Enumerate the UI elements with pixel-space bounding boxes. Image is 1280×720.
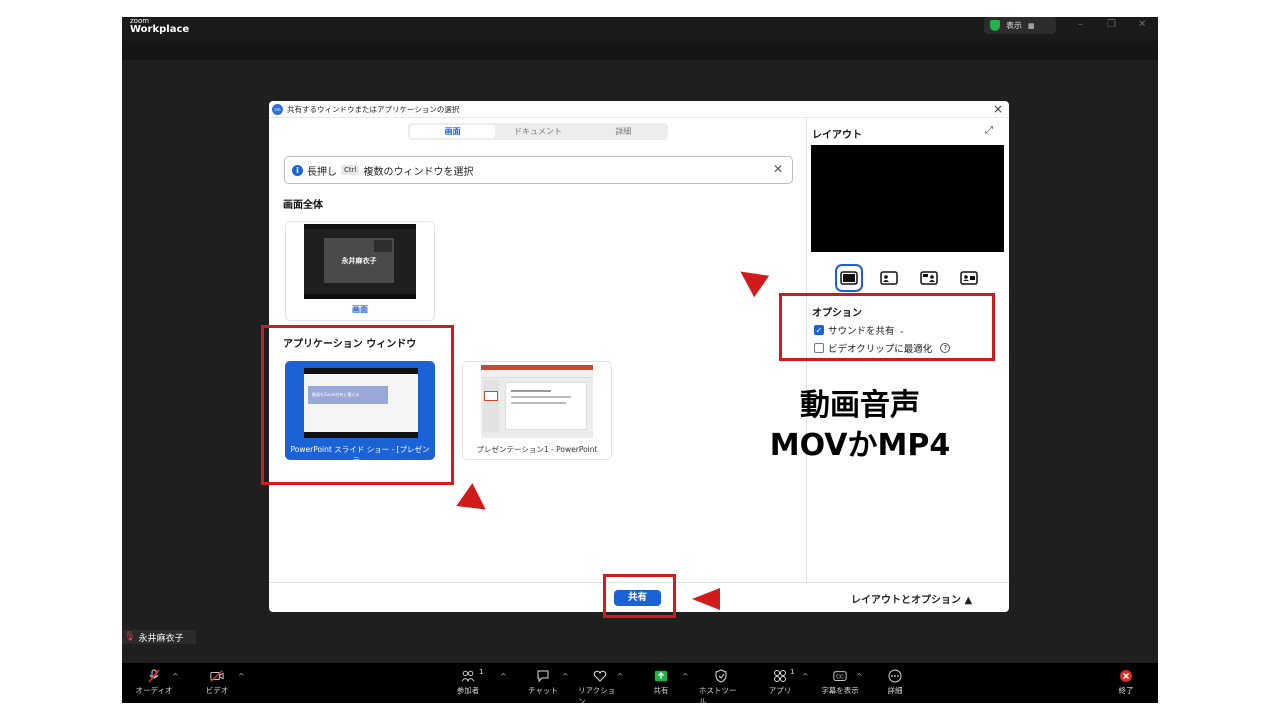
layout-title: レイアウト xyxy=(812,130,862,141)
video-button[interactable]: ビデオ xyxy=(195,669,239,696)
participants-count: 1 xyxy=(479,668,484,676)
layout-preview xyxy=(811,145,1004,252)
brand-name: Workplace xyxy=(130,24,190,35)
participant-name: 永井麻衣子 xyxy=(138,633,184,644)
more-button[interactable]: 詳細 xyxy=(873,669,917,696)
host-shield-icon xyxy=(714,669,728,683)
zoom-logo-icon: zm xyxy=(272,103,283,115)
participant-name-tag: 🎙 永井麻衣子 xyxy=(122,630,196,644)
info-icon: i xyxy=(292,164,303,176)
info-close-icon[interactable]: ✕ xyxy=(773,162,783,176)
video-off-icon xyxy=(210,669,224,683)
layout-two-person-icon xyxy=(960,271,978,285)
view-button[interactable]: 表示 ▦ xyxy=(984,17,1056,34)
highlight-share-button-box xyxy=(603,574,676,618)
apps-count: 1 xyxy=(790,668,795,676)
share-icon xyxy=(654,669,668,683)
layout-side-person-icon xyxy=(880,271,898,285)
screen-share-card[interactable]: 永井麻衣子 画面 xyxy=(285,221,435,321)
video-caret-icon[interactable]: ^ xyxy=(238,672,245,681)
layout-two-person-button[interactable] xyxy=(955,264,983,292)
screen-thumbnail: 永井麻衣子 xyxy=(304,224,416,299)
restore-icon[interactable]: ❐ xyxy=(1107,19,1116,30)
screen-thumb-name: 永井麻衣子 xyxy=(341,257,377,265)
video-label: ビデオ xyxy=(205,686,229,695)
audio-caret-icon[interactable]: ^ xyxy=(172,672,179,681)
layout-side-person-button[interactable] xyxy=(875,264,903,292)
share-tabs: 画面 ドキュメント 詳細 xyxy=(408,123,668,140)
layout-options-toggle[interactable]: レイアウトとオプション ▲ xyxy=(851,591,972,606)
info-prefix: 長押し xyxy=(307,166,337,178)
apps-label: アプリ xyxy=(768,686,792,695)
share-screen-button[interactable]: 共有 xyxy=(639,669,683,696)
captions-label: 字幕を表示 xyxy=(821,686,859,695)
reactions-caret-icon[interactable]: ^ xyxy=(617,672,624,681)
more-icon xyxy=(888,669,902,683)
apps-icon xyxy=(773,669,787,683)
more-label: 詳細 xyxy=(887,686,903,695)
powerpoint-thumbnail xyxy=(481,365,593,438)
host-tools-label: ホストツール xyxy=(699,686,737,703)
callout-line-1: 動画音声 xyxy=(800,388,920,423)
expand-icon[interactable]: ⤢ xyxy=(985,125,993,136)
ctrl-key-badge: Ctrl xyxy=(341,165,360,175)
chat-label: チャット xyxy=(528,686,558,695)
apps-caret-icon[interactable]: ^ xyxy=(802,672,809,681)
heart-icon xyxy=(593,669,607,683)
layout-person-right-icon xyxy=(920,271,938,285)
end-icon xyxy=(1119,669,1133,683)
audio-button[interactable]: オーディオ xyxy=(132,669,176,696)
tab-advanced[interactable]: 詳細 xyxy=(581,125,666,138)
chat-button[interactable]: チャット xyxy=(521,669,565,696)
view-label: 表示 xyxy=(1006,21,1022,30)
multi-select-info-bar: i 長押し Ctrl 複数のウィンドウを選択 ✕ xyxy=(284,156,793,184)
layout-person-right-button[interactable] xyxy=(915,264,943,292)
layout-full-icon xyxy=(840,271,858,285)
share-label: 共有 xyxy=(653,686,669,695)
meeting-toolbar: オーディオ ^ ビデオ ^ 参加者 1 ^ チャット ^ リアクション ^ 共有… xyxy=(122,663,1158,703)
highlight-options-box xyxy=(779,293,995,361)
grid-icon: ▦ xyxy=(1028,21,1035,30)
dialog-header: zm 共有するウィンドウまたはアプリケーションの選択 × xyxy=(269,101,1009,118)
participants-label: 参加者 xyxy=(456,686,480,695)
close-window-icon[interactable]: ✕ xyxy=(1138,19,1146,30)
title-bar: zoom Workplace 表示 ▦ – ❐ ✕ xyxy=(122,17,1158,41)
info-text: 複数のウィンドウを選択 xyxy=(363,166,474,178)
highlight-app-window-box xyxy=(261,325,454,485)
whole-screen-heading: 画面全体 xyxy=(283,200,323,211)
screen-card-label: 画面 xyxy=(352,305,368,314)
apps-button[interactable]: アプリ xyxy=(758,669,802,696)
host-tools-button[interactable]: ホストツール xyxy=(699,669,743,703)
participants-icon xyxy=(461,669,475,683)
mic-muted-icon xyxy=(147,669,161,683)
share-caret-icon[interactable]: ^ xyxy=(682,672,689,681)
top-band xyxy=(122,41,1158,60)
chat-icon xyxy=(536,669,550,683)
callout-line-2: MOVかMP4 xyxy=(769,428,951,463)
end-meeting-button[interactable]: 終了 xyxy=(1104,669,1148,696)
arrow-to-share-button-icon xyxy=(692,588,720,610)
security-shield-icon xyxy=(990,20,1000,31)
tab-document[interactable]: ドキュメント xyxy=(495,125,580,138)
powerpoint-card-label: プレゼンテーション1 - PowerPoint xyxy=(476,445,598,454)
reactions-button[interactable]: リアクション xyxy=(578,669,622,703)
app-window-card-powerpoint[interactable]: プレゼンテーション1 - PowerPoint xyxy=(462,361,612,460)
tab-screen[interactable]: 画面 xyxy=(410,125,496,138)
mic-muted-mini-icon: 🎙 xyxy=(124,632,136,642)
participants-caret-icon[interactable]: ^ xyxy=(500,672,507,681)
dialog-title: 共有するウィンドウまたはアプリケーションの選択 xyxy=(287,104,460,114)
end-label: 終了 xyxy=(1118,686,1134,695)
captions-caret-icon[interactable]: ^ xyxy=(856,672,863,681)
layout-full-button[interactable] xyxy=(835,264,863,292)
svg-text:CC: CC xyxy=(836,675,844,681)
reactions-label: リアクション xyxy=(578,686,616,703)
dialog-close-icon[interactable]: × xyxy=(993,102,1003,116)
cc-icon: CC xyxy=(833,669,847,683)
minimize-icon[interactable]: – xyxy=(1078,19,1083,30)
chat-caret-icon[interactable]: ^ xyxy=(562,672,569,681)
audio-label: オーディオ xyxy=(135,686,173,695)
